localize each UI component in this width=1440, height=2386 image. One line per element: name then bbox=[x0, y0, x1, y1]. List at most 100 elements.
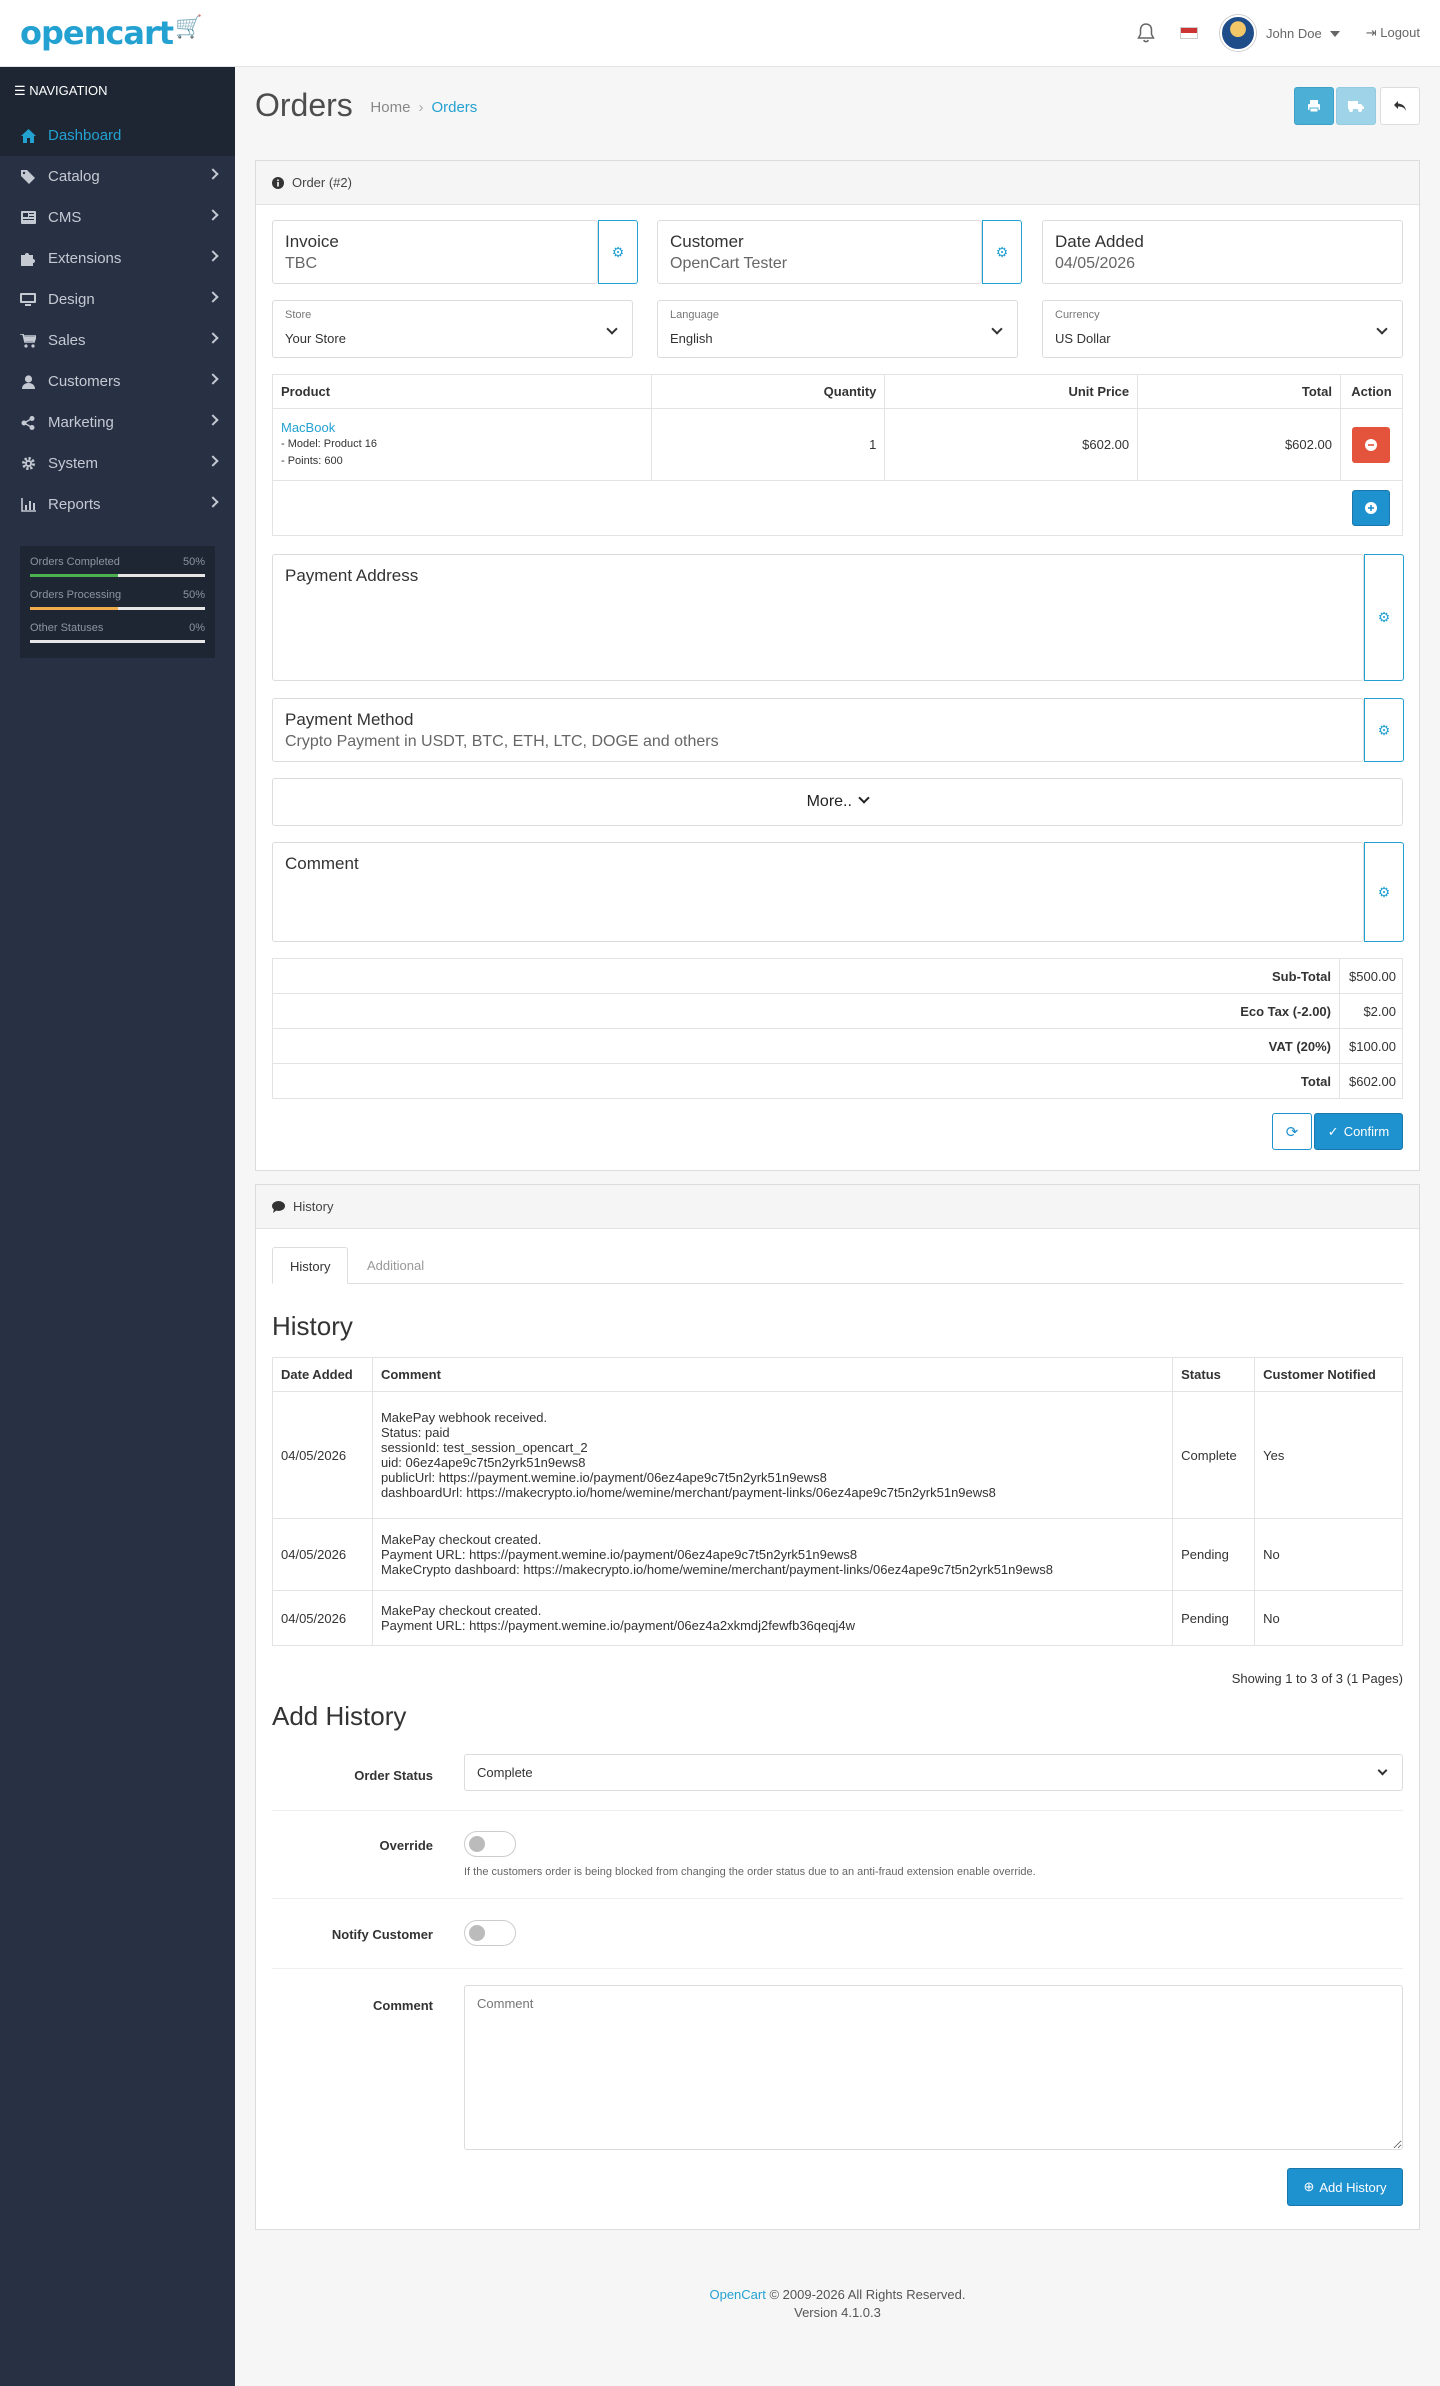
history-comment-line: Payment URL: https://payment.wemine.io/p… bbox=[380, 1618, 855, 1633]
history-notified: Yes bbox=[1254, 1391, 1403, 1519]
nav-header[interactable]: ☰ NAVIGATION bbox=[0, 67, 235, 115]
sidebar: ☰ NAVIGATION Dashboard Catalog CMS Extensio… bbox=[0, 67, 235, 2386]
totals-row: Sub-Total $500.00 bbox=[272, 958, 1403, 994]
history-notified: No bbox=[1254, 1590, 1403, 1646]
history-comment-line: dashboardUrl: https://makecrypto.io/home… bbox=[380, 1485, 996, 1500]
comment-edit-button[interactable]: ⚙ bbox=[1364, 842, 1404, 942]
logout-link[interactable]: ⇥ Logout bbox=[1366, 25, 1420, 41]
currency-select[interactable]: Currency US Dollar bbox=[1042, 300, 1403, 358]
page-title: Orders bbox=[255, 87, 353, 123]
footer: OpenCart © 2009-2026 All Rights Reserved… bbox=[235, 2286, 1440, 2322]
avatar[interactable] bbox=[1220, 15, 1257, 51]
footer-copyright: © 2009-2026 All Rights Reserved. bbox=[769, 2287, 966, 2302]
cog-icon: ⚙ bbox=[611, 243, 625, 260]
override-toggle[interactable] bbox=[464, 1831, 516, 1857]
notification-bell-icon[interactable] bbox=[1126, 16, 1166, 50]
sidebar-item-catalog[interactable]: Catalog bbox=[0, 156, 235, 197]
language-label: Language bbox=[670, 309, 719, 321]
product-unit-price: $602.00 bbox=[884, 408, 1139, 481]
override-help: If the customers order is being blocked … bbox=[464, 1866, 1036, 1878]
monitor-icon bbox=[20, 292, 36, 308]
share-icon bbox=[20, 415, 36, 431]
history-notified: No bbox=[1254, 1518, 1403, 1591]
sidebar-item-marketing[interactable]: Marketing bbox=[0, 402, 235, 443]
total-value: $500.00 bbox=[1339, 958, 1403, 994]
tab-additional[interactable]: Additional bbox=[350, 1247, 441, 1284]
totals-table: Sub-Total $500.00 Eco Tax (-2.00) $2.00 VAT … bbox=[272, 958, 1403, 1099]
sidebar-item-sales[interactable]: Sales bbox=[0, 320, 235, 361]
more-label: More.. bbox=[806, 793, 852, 810]
notify-label: Notify Customer bbox=[331, 1927, 433, 1942]
history-comment-line: Status: paid bbox=[380, 1425, 450, 1440]
add-product-button[interactable] bbox=[1352, 490, 1391, 526]
order-status-label: Order Status bbox=[354, 1768, 433, 1783]
total-value: $100.00 bbox=[1339, 1028, 1403, 1064]
sign-out-icon: ⇥ bbox=[1365, 25, 1377, 40]
order-status-value: Complete bbox=[477, 1765, 533, 1780]
footer-opencart-link[interactable]: OpenCart bbox=[709, 2287, 765, 2302]
add-history-button[interactable]: ⊕ Add History bbox=[1287, 2168, 1403, 2206]
store-select[interactable]: Store Your Store bbox=[272, 300, 633, 358]
tab-history[interactable]: History bbox=[272, 1247, 349, 1284]
history-col-0: Date Added bbox=[272, 1357, 373, 1392]
user-menu[interactable]: John Doe bbox=[1266, 26, 1340, 41]
add-history-heading: Add History bbox=[272, 1701, 407, 1731]
chevron-down-icon bbox=[606, 323, 618, 335]
stat-value: 50% bbox=[182, 556, 205, 568]
notify-row: Notify Customer bbox=[272, 1899, 1403, 1969]
sidebar-item-label: Customers bbox=[48, 373, 121, 390]
sidebar-item-extensions[interactable]: Extensions bbox=[0, 238, 235, 279]
history-comment-textarea[interactable] bbox=[464, 1985, 1403, 2150]
more-button[interactable]: More.. bbox=[272, 778, 1403, 826]
breadcrumb-home[interactable]: Home bbox=[370, 99, 410, 116]
totals-row: Total $602.00 bbox=[272, 1063, 1403, 1099]
truck-icon bbox=[1348, 101, 1364, 112]
confirm-button[interactable]: ✓ Confirm bbox=[1314, 1113, 1403, 1150]
print-invoice-button[interactable] bbox=[1294, 87, 1334, 125]
opencart-logo[interactable]: opencart🛒 bbox=[20, 14, 202, 52]
totals-row: Eco Tax (-2.00) $2.00 bbox=[272, 993, 1403, 1029]
table-row: 04/05/2026 MakePay checkout created. Payme… bbox=[272, 1518, 1403, 1591]
language-select[interactable]: Language English bbox=[657, 300, 1018, 358]
history-comment-label: Comment bbox=[373, 1998, 433, 2013]
stat-label: Orders Processing bbox=[30, 589, 122, 601]
col-product: Product bbox=[272, 374, 652, 409]
customer-edit-button[interactable]: ⚙ bbox=[982, 220, 1022, 284]
store-label: Store bbox=[285, 309, 312, 321]
sidebar-item-reports[interactable]: Reports bbox=[0, 484, 235, 525]
chevron-right-icon bbox=[207, 332, 219, 344]
sidebar-item-design[interactable]: Design bbox=[0, 279, 235, 320]
override-row: Override If the customers order is being… bbox=[272, 1811, 1403, 1899]
history-comment-line: Payment URL: https://payment.wemine.io/p… bbox=[380, 1547, 858, 1562]
comment-label: Comment bbox=[285, 854, 359, 873]
stat-progress-bar bbox=[30, 607, 205, 610]
order-status-select[interactable]: Complete bbox=[464, 1754, 1403, 1791]
language-flag-icon[interactable] bbox=[1180, 27, 1199, 39]
sidebar-item-label: Catalog bbox=[48, 168, 100, 185]
order-card: Order (#2) Invoice TBC ⚙ Customer OpenCa… bbox=[255, 160, 1420, 1171]
sidebar-item-label: Extensions bbox=[48, 250, 122, 267]
refresh-button[interactable]: ⟳ bbox=[1272, 1113, 1312, 1150]
payment-address-edit-button[interactable]: ⚙ bbox=[1364, 554, 1404, 681]
history-date: 04/05/2026 bbox=[272, 1391, 373, 1519]
total-label: VAT (20%) bbox=[272, 1028, 1340, 1064]
sidebar-item-label: Dashboard bbox=[48, 127, 122, 144]
sidebar-item-cms[interactable]: CMS bbox=[0, 197, 235, 238]
chevron-down-icon bbox=[1376, 323, 1388, 335]
stat-label: Orders Completed bbox=[30, 556, 120, 568]
payment-method-edit-button[interactable]: ⚙ bbox=[1364, 698, 1404, 762]
notify-toggle[interactable] bbox=[464, 1920, 516, 1946]
back-button[interactable] bbox=[1380, 87, 1420, 125]
product-link[interactable]: MacBook bbox=[281, 420, 643, 435]
comment-icon bbox=[272, 1187, 285, 1231]
sidebar-item-customers[interactable]: Customers bbox=[0, 361, 235, 402]
chevron-right-icon bbox=[207, 291, 219, 303]
remove-product-button[interactable] bbox=[1352, 426, 1391, 463]
pagination-text: Showing 1 to 3 of 3 (1 Pages) bbox=[1231, 1671, 1403, 1686]
invoice-generate-button[interactable]: ⚙ bbox=[598, 220, 638, 284]
print-shipping-button[interactable] bbox=[1336, 87, 1376, 125]
breadcrumb-orders[interactable]: Orders bbox=[431, 99, 477, 116]
sidebar-item-system[interactable]: System bbox=[0, 443, 235, 484]
payment-address-box: Payment Address bbox=[272, 554, 1364, 681]
sidebar-item-dashboard[interactable]: Dashboard bbox=[0, 115, 235, 156]
